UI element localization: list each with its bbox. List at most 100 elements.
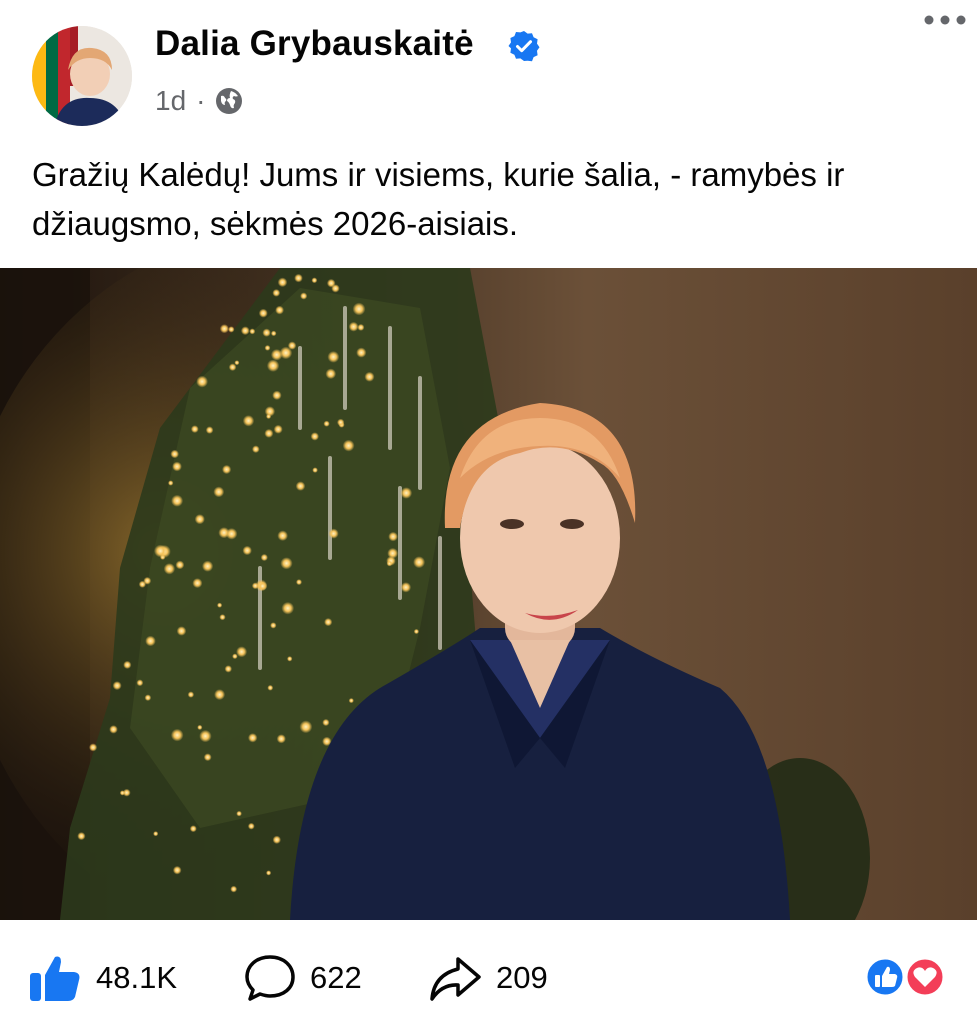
tree-light [145, 635, 156, 647]
tree-light [77, 832, 86, 841]
tree-light [197, 724, 203, 730]
tree-light [275, 305, 284, 315]
tree-light [189, 825, 197, 833]
tree-light [251, 582, 259, 590]
tree-light [266, 870, 272, 876]
tree-light [228, 363, 237, 371]
more-options-icon[interactable] [921, 6, 969, 34]
share-count: 209 [496, 960, 548, 995]
tree-light [294, 273, 303, 283]
tree-light [312, 467, 318, 473]
tree-light [352, 302, 366, 316]
tree-light [322, 718, 330, 727]
meta-separator: · [196, 85, 206, 116]
tree-light [143, 576, 152, 585]
tree-light [230, 885, 238, 893]
tree-light [273, 424, 283, 434]
tree-light [266, 413, 272, 419]
like-button[interactable]: 48.1K [28, 940, 177, 1016]
comment-button[interactable]: 622 [244, 940, 362, 1016]
tree-light [171, 494, 184, 507]
tree-light [154, 544, 167, 558]
tree-light [123, 660, 132, 669]
love-reaction-icon [904, 956, 946, 998]
tree-light [386, 560, 393, 567]
tree-light [272, 390, 282, 400]
tree-light [276, 734, 286, 744]
tree-light [295, 481, 306, 491]
tree-light [264, 428, 274, 438]
tree-light [299, 720, 313, 734]
tree-light [328, 528, 339, 539]
tree-light [89, 743, 98, 752]
author-name[interactable]: Dalia Grybauskaitė [155, 24, 474, 64]
tree-light [277, 277, 288, 288]
post-meta: 1d · [155, 84, 243, 118]
tree-light [203, 753, 212, 762]
tree-light [168, 480, 174, 486]
post-time[interactable]: 1d [155, 85, 186, 117]
tree-light [205, 426, 214, 434]
tree-light [224, 665, 232, 673]
tree-light [325, 368, 337, 380]
tree-light [260, 553, 268, 562]
verified-badge-icon [508, 31, 540, 62]
tree-light [400, 582, 412, 593]
like-reaction-icon [864, 956, 906, 998]
tree-light [163, 563, 176, 575]
tree-light [196, 375, 209, 388]
tree-light [311, 277, 318, 284]
tree-light [172, 461, 182, 472]
tree-light [112, 681, 122, 691]
tree-light [310, 432, 319, 441]
tree-light [357, 323, 365, 331]
tree-light [187, 691, 195, 698]
tree-light [219, 324, 229, 334]
tree-light [270, 622, 277, 629]
tree-light [175, 560, 185, 570]
tree-light [219, 614, 226, 621]
tree-light [240, 326, 250, 336]
post-caption: Gražių Kalėdų! Jums ir visiems, kurie ša… [32, 156, 845, 242]
tree-light [136, 679, 144, 687]
tree-light [280, 557, 293, 570]
tree-light [172, 865, 182, 875]
tree-light [413, 556, 426, 569]
tree-light [348, 321, 359, 332]
post-photo[interactable] [0, 268, 977, 920]
tree-light [337, 418, 345, 427]
thumbs-up-icon [30, 956, 80, 1001]
avatar[interactable] [32, 26, 132, 126]
tree-light [213, 486, 225, 498]
tree-light [199, 729, 212, 743]
tree-light [267, 684, 274, 691]
comment-bubble-icon [245, 955, 295, 1001]
tree-light [170, 728, 184, 742]
tree-light [194, 514, 205, 525]
tree-light [242, 415, 255, 427]
tree-light [217, 602, 223, 608]
tree-light [272, 835, 281, 844]
tree-light [323, 420, 330, 427]
tree-light [109, 725, 118, 734]
tree-light [144, 694, 152, 701]
tree-light [192, 578, 203, 589]
tree-light [214, 689, 226, 701]
tree-light [331, 284, 340, 293]
globe-icon[interactable] [215, 87, 243, 115]
tree-light [324, 618, 333, 627]
engagement-bar: 48.1K 622 209 [0, 940, 977, 1016]
tree-light [300, 292, 308, 300]
comment-count: 622 [310, 960, 362, 995]
tree-light [190, 425, 199, 433]
tree-light [176, 626, 187, 636]
tree-light [400, 487, 413, 499]
tree-light [388, 531, 398, 542]
share-button[interactable]: 209 [428, 940, 548, 1016]
tree-light [387, 547, 399, 559]
tree-light [287, 656, 293, 662]
reactions-summary[interactable] [863, 956, 947, 998]
tree-light [266, 359, 280, 372]
tree-light [296, 579, 302, 586]
tree-light [170, 449, 179, 459]
